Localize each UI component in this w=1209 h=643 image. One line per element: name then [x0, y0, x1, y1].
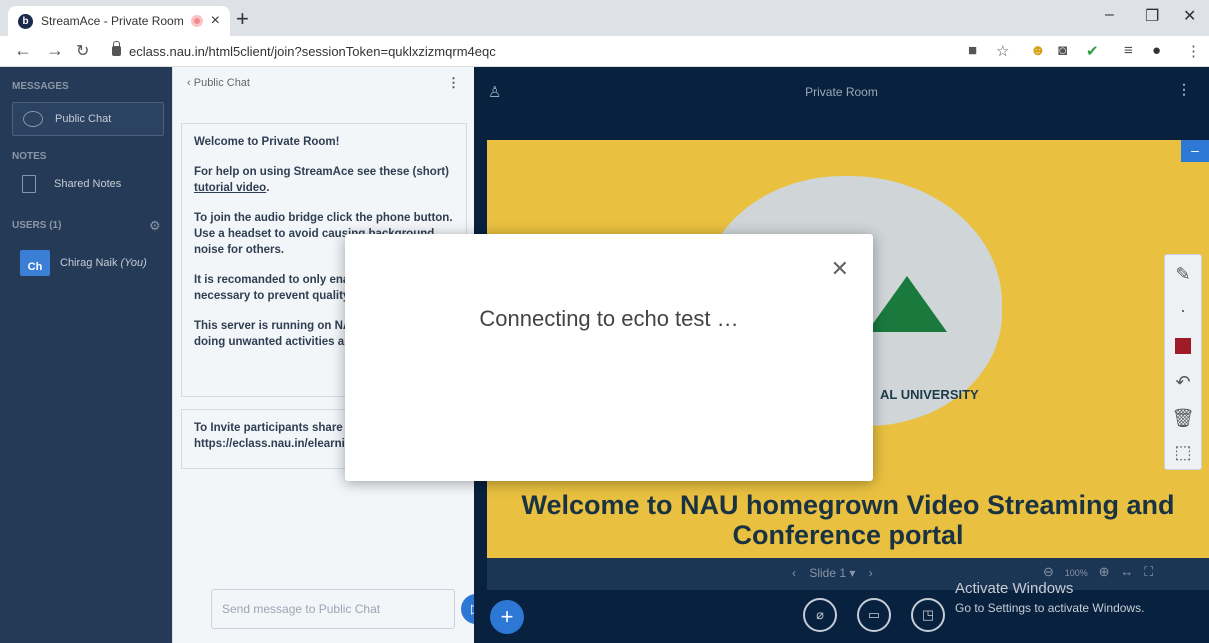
messages-section-title: MESSAGES — [12, 81, 69, 92]
bookmark-star-icon[interactable]: ☆ — [996, 42, 1009, 60]
extension-face-icon[interactable]: ☻ — [1030, 42, 1046, 59]
shared-notes-label: Shared Notes — [54, 178, 122, 190]
forward-arrow-icon[interactable]: → — [46, 40, 64, 61]
notes-section-title: NOTES — [12, 151, 47, 162]
video-button[interactable]: ▭ — [857, 598, 891, 632]
sidebar-item-public-chat[interactable]: Public Chat — [12, 102, 164, 136]
user-name: Chirag Naik (You) — [60, 257, 147, 269]
chat-options-icon[interactable]: ⋮ — [447, 75, 460, 91]
sidebar-item-shared-notes[interactable]: Shared Notes — [22, 175, 121, 193]
actions-plus-button[interactable]: + — [490, 600, 524, 634]
tutorial-video-link[interactable]: tutorial video — [194, 182, 266, 194]
chat-header[interactable]: ‹ Public Chat — [187, 77, 250, 89]
browser-tab[interactable]: b StreamAce - Private Room × — [8, 6, 230, 36]
slide-navigation[interactable]: ‹ Slide 1 ▾ › — [792, 566, 873, 580]
options-menu-icon[interactable]: ⋮ — [1177, 81, 1191, 98]
url-text: eclass.nau.in/html5client/join?sessionTo… — [129, 43, 496, 59]
url-field[interactable]: eclass.nau.in/html5client/join?sessionTo… — [112, 40, 992, 62]
whiteboard-toolbar: ✎ · ↶ 🗑 ⬚ — [1164, 254, 1202, 470]
public-chat-label: Public Chat — [55, 113, 112, 125]
room-title: Private Room — [805, 85, 878, 99]
camera-indicator-icon[interactable]: ■ — [968, 42, 977, 59]
minimize-window-icon[interactable]: – — [1105, 6, 1114, 24]
streamace-favicon-icon: b — [18, 13, 33, 29]
multi-user-whiteboard-icon[interactable]: ⬚ — [1165, 435, 1201, 469]
avatar: Ch — [20, 250, 50, 276]
pencil-tool-icon[interactable]: ✎ — [1165, 257, 1201, 291]
undo-icon[interactable]: ↶ — [1165, 365, 1201, 399]
welcome-heading: Welcome to Private Room! — [194, 136, 340, 148]
slide-university-text: AL UNIVERSITY — [880, 387, 979, 402]
restore-window-icon[interactable]: ❐ — [1145, 6, 1159, 26]
color-tool-button[interactable] — [1165, 329, 1201, 363]
windows-activation-watermark: Activate Windows Go to Settings to activ… — [955, 580, 1144, 615]
activate-title: Activate Windows — [955, 580, 1074, 597]
activate-subtitle: Go to Settings to activate Windows. — [955, 601, 1145, 615]
color-swatch — [1175, 338, 1191, 354]
media-control-icon[interactable]: ≡ — [1124, 42, 1133, 59]
thickness-tool-icon[interactable]: · — [1165, 293, 1201, 327]
recording-indicator-icon — [190, 15, 203, 27]
user-list-sidebar: MESSAGES Public Chat NOTES Shared Notes … — [0, 67, 172, 643]
logo-chevron-graphic — [867, 276, 947, 332]
minimize-presentation-button[interactable]: – — [1181, 140, 1209, 162]
chat-bubble-icon — [23, 111, 43, 127]
close-tab-icon[interactable]: × — [211, 12, 220, 30]
close-window-icon[interactable]: ✕ — [1183, 6, 1196, 26]
lock-icon — [112, 41, 121, 56]
help-paragraph: For help on using StreamAce see these (s… — [194, 166, 449, 194]
reload-icon[interactable]: ↻ — [76, 41, 89, 61]
screenshare-button[interactable]: ◳ — [911, 598, 945, 632]
tab-title: StreamAce - Private Room — [41, 14, 184, 28]
chat-message-input[interactable]: Send message to Public Chat — [211, 589, 455, 629]
back-arrow-icon[interactable]: ← — [14, 40, 32, 61]
zoom-controls[interactable]: ⊖ 100% ⊕ ↔ ⛶ — [1043, 564, 1153, 580]
close-icon[interactable]: ✕ — [831, 256, 849, 282]
slide-heading: Welcome to NAU homegrown Video Streaming… — [521, 490, 1175, 550]
audio-button[interactable]: ⌀ — [803, 598, 837, 632]
new-tab-button[interactable]: + — [236, 6, 249, 32]
trash-icon[interactable]: 🗑 — [1165, 401, 1201, 435]
shield-extension-icon[interactable]: ✔ — [1086, 42, 1099, 60]
echo-test-modal: ✕ Connecting to echo test … — [345, 234, 873, 481]
gear-icon[interactable]: ⚙ — [149, 218, 161, 234]
address-bar: ← → ↻ eclass.nau.in/html5client/join?ses… — [0, 36, 1209, 67]
modal-message: Connecting to echo test … — [479, 306, 739, 331]
document-icon — [22, 175, 36, 193]
browser-menu-icon[interactable]: ⋮ — [1186, 42, 1201, 60]
user-list-item[interactable]: Ch Chirag Naik (You) — [20, 250, 147, 276]
browser-tab-bar: b StreamAce - Private Room × + – ❐ ✕ — [0, 0, 1209, 36]
users-section-title: USERS (1) — [12, 220, 62, 231]
profile-avatar-icon[interactable]: ● — [1152, 42, 1161, 59]
screenshot-extension-icon[interactable]: ◙ — [1058, 42, 1067, 59]
